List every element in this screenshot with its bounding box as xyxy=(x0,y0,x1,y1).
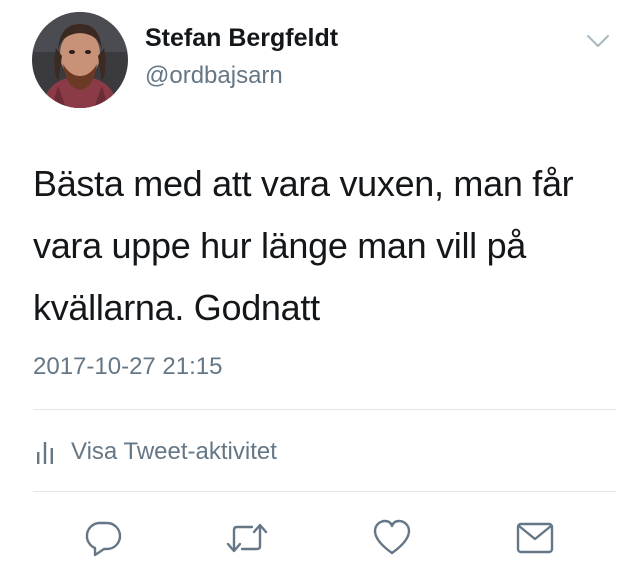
bar-chart-icon xyxy=(37,442,53,464)
like-button[interactable] xyxy=(370,516,414,560)
reply-icon xyxy=(85,521,122,557)
tweet-text: Bästa med att vara vuxen, man får vara u… xyxy=(33,163,574,328)
tweet-activity-link[interactable]: Visa Tweet-aktivitet xyxy=(36,436,277,468)
divider xyxy=(33,491,616,492)
divider xyxy=(33,409,616,410)
author-handle[interactable]: @ordbajsarn xyxy=(145,62,283,90)
more-options-button[interactable] xyxy=(585,32,611,50)
tweet-activity-label: Visa Tweet-aktivitet xyxy=(71,438,277,465)
tweet-actions-bar xyxy=(0,516,640,560)
like-icon xyxy=(373,519,411,555)
retweet-button[interactable] xyxy=(225,516,269,560)
direct-message-button[interactable] xyxy=(513,516,557,560)
chevron-down-icon xyxy=(587,35,609,47)
author-avatar[interactable] xyxy=(32,12,128,108)
direct-message-icon xyxy=(516,522,554,554)
tweet-detail: Stefan Bergfeldt @ordbajsarn Bästa med a… xyxy=(0,0,640,577)
user-avatar-icon xyxy=(32,12,128,108)
retweet-icon xyxy=(226,523,268,553)
reply-button[interactable] xyxy=(81,516,125,560)
tweet-timestamp[interactable]: 2017-10-27 21:15 xyxy=(33,353,223,381)
author-display-name[interactable]: Stefan Bergfeldt xyxy=(145,24,338,53)
